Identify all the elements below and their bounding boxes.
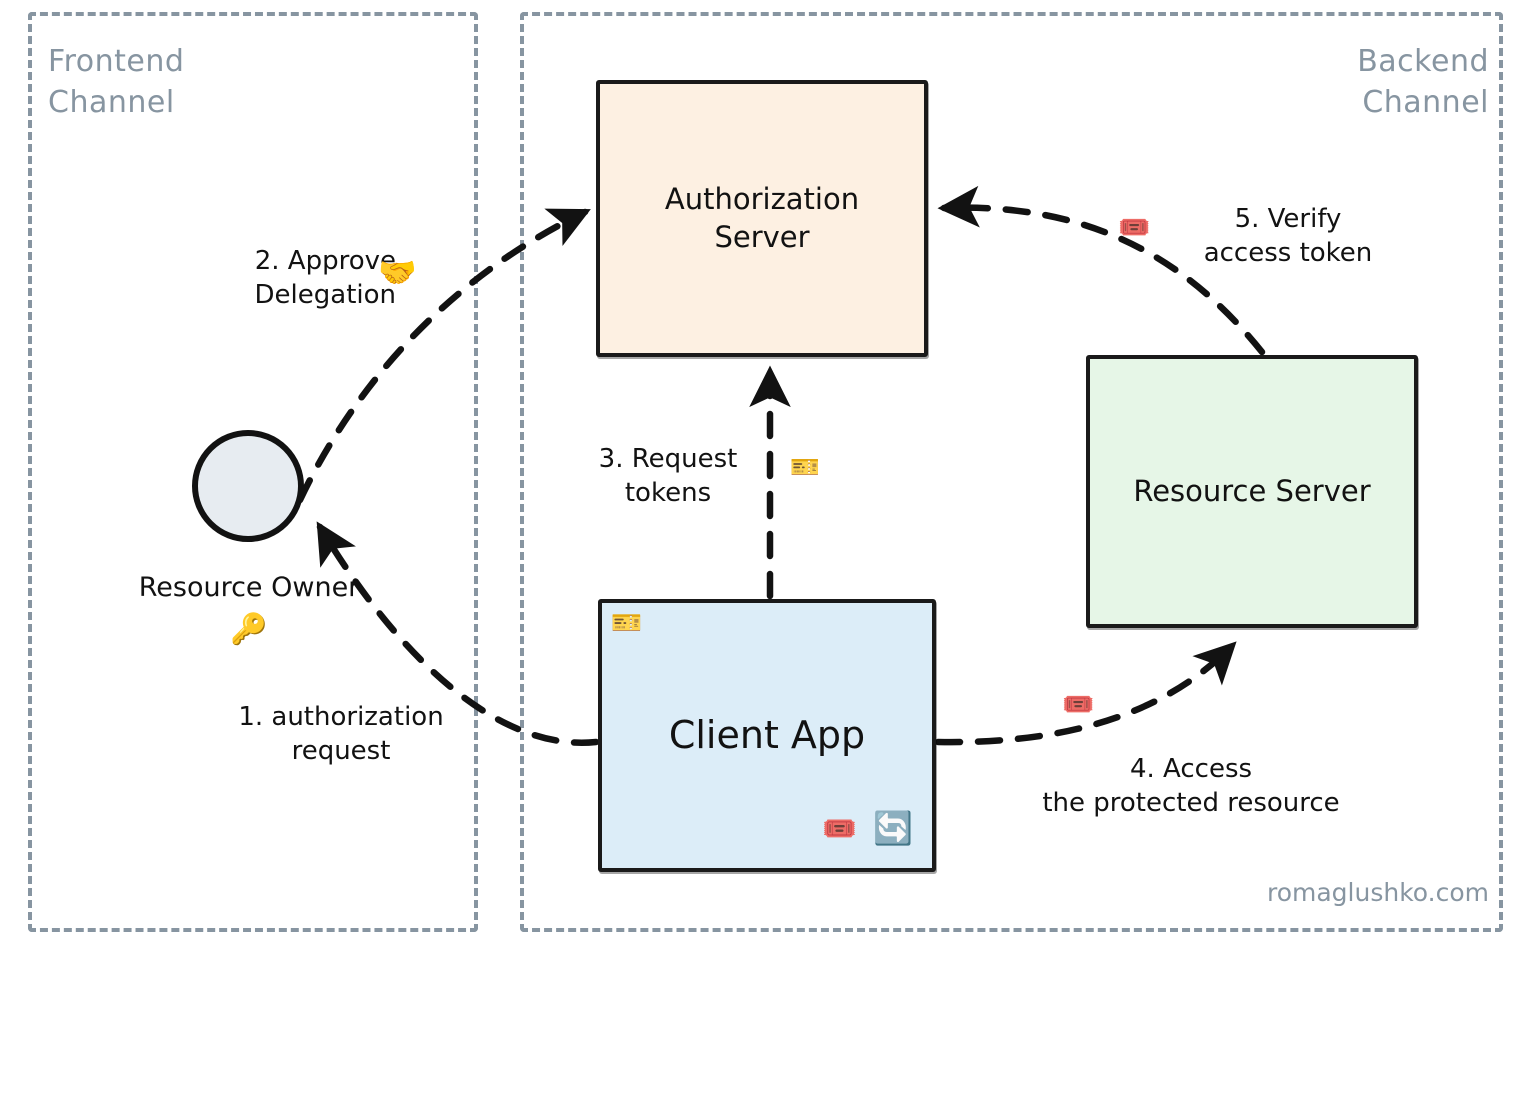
client-app-credentials-ticket-icon: 🎫 bbox=[611, 608, 643, 637]
step-5-label: 5. Verify access token bbox=[1203, 204, 1373, 269]
step-2-label: 2. Approve Delegation bbox=[254, 246, 396, 311]
key-icon: 🔑 bbox=[230, 612, 268, 647]
resource-owner-label: Resource Owner bbox=[138, 572, 360, 603]
admit-one-ticket-icon: 🎟️ bbox=[1118, 213, 1151, 243]
node-resource-owner[interactable] bbox=[192, 430, 304, 542]
step-3-label: 3. Request tokens bbox=[598, 444, 738, 509]
admit-one-ticket-icon: 🎟️ bbox=[1062, 690, 1095, 720]
authorization-server-label: Authorization Server bbox=[664, 181, 860, 254]
legend: legend: 🔑 Resource Owner Credentials (us… bbox=[0, 960, 1531, 1094]
handshake-icon: 🤝 bbox=[378, 255, 417, 291]
node-resource-server[interactable]: Resource Server bbox=[1086, 355, 1418, 628]
ticket-icon: 🎫 bbox=[790, 453, 820, 481]
site-watermark: romaglushko.com bbox=[1266, 878, 1489, 907]
diagram-canvas: Frontend Channel Backend Channel Authori… bbox=[0, 0, 1531, 1094]
node-authorization-server[interactable]: Authorization Server bbox=[596, 80, 928, 357]
client-app-refresh-token-icon: 🔄 bbox=[873, 809, 913, 847]
step-4-label: 4. Access the protected resource bbox=[1042, 754, 1340, 819]
step-1-label: 1. authorization request bbox=[238, 702, 444, 767]
resource-server-label: Resource Server bbox=[1133, 473, 1371, 508]
client-app-label: Client App bbox=[668, 712, 866, 757]
client-app-access-token-icon: 🎟️ bbox=[822, 812, 857, 845]
